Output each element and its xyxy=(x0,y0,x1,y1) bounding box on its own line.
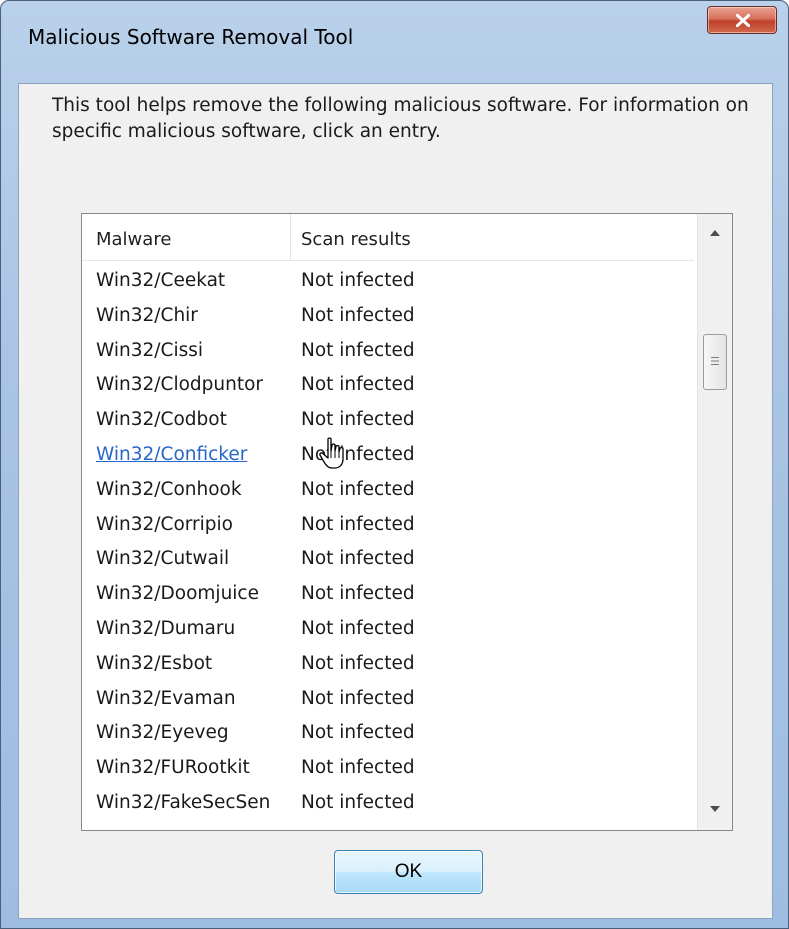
malware-name-link[interactable]: Win32/Evaman xyxy=(96,688,236,709)
close-icon xyxy=(736,14,750,27)
list-item[interactable]: Win32/Conficker Not infected xyxy=(82,442,694,477)
malware-name-link[interactable]: Win32/Clodpuntor xyxy=(96,374,263,395)
scroll-grip-icon xyxy=(711,357,719,365)
list-item[interactable]: Win32/Esbot Not infected xyxy=(82,651,694,686)
list-item[interactable]: Win32/FURootkit Not infected xyxy=(82,755,694,790)
column-divider[interactable] xyxy=(290,214,291,260)
title-bar[interactable]: Malicious Software Removal Tool xyxy=(1,1,788,83)
list-item[interactable]: Win32/Eyeveg Not infected xyxy=(82,720,694,755)
dialog-content: This tool helps remove the following mal… xyxy=(18,83,773,919)
scan-result: Not infected xyxy=(301,478,415,500)
malware-name-link[interactable]: Win32/Ceekat xyxy=(96,270,225,291)
list-header: Malware Scan results xyxy=(82,214,694,261)
list-rows: Win32/Ceekat Not infected Win32/Chir Not in… xyxy=(82,268,694,825)
list-item[interactable]: Win32/Chir Not infected xyxy=(82,303,694,338)
list-item[interactable]: Win32/Cissi Not infected xyxy=(82,338,694,373)
malware-name-link[interactable]: Win32/Conficker xyxy=(96,444,247,465)
list-item[interactable]: Win32/Doomjuice Not infected xyxy=(82,581,694,616)
scan-result: Not infected xyxy=(301,270,415,291)
list-item[interactable]: Win32/Codbot Not infected xyxy=(82,407,694,442)
scan-result: Not infected xyxy=(301,652,415,674)
dialog-window: Malicious Software Removal Tool This too… xyxy=(0,0,789,929)
list-item[interactable]: Win32/FakeSecSen Not infected xyxy=(82,790,694,825)
list-item[interactable]: Win32/Cutwail Not infected xyxy=(82,546,694,581)
scroll-up-button[interactable] xyxy=(698,220,732,250)
window-title: Malicious Software Removal Tool xyxy=(28,25,354,49)
scan-result: Not infected xyxy=(301,687,415,709)
scroll-thumb[interactable] xyxy=(703,334,727,390)
list-item[interactable]: Win32/Evaman Not infected xyxy=(82,686,694,721)
malware-name-link[interactable]: Win32/Chir xyxy=(96,305,198,326)
scan-result: Not infected xyxy=(301,513,415,535)
malware-name-link[interactable]: Win32/Dumaru xyxy=(96,618,235,639)
hand-cursor-icon xyxy=(319,437,344,469)
list-item[interactable]: Win32/Dumaru Not infected xyxy=(82,616,694,651)
scroll-down-button[interactable] xyxy=(698,796,732,826)
list-item[interactable]: Win32/Ceekat Not infected xyxy=(82,268,694,303)
malware-name-link[interactable]: Win32/FURootkit xyxy=(96,757,250,778)
scan-result: Not infected xyxy=(301,617,415,639)
scan-result: Not infected xyxy=(301,722,415,744)
malware-name-link[interactable]: Win32/Conhook xyxy=(96,479,242,500)
malware-name-link[interactable]: Win32/Corripio xyxy=(96,514,233,535)
description-text: This tool helps remove the following mal… xyxy=(52,95,749,142)
malware-name-link[interactable]: Win32/Doomjuice xyxy=(96,583,259,604)
scan-result: Not infected xyxy=(301,304,415,326)
malware-name-link[interactable]: Win32/Esbot xyxy=(96,653,212,674)
malware-name-link[interactable]: Win32/Cissi xyxy=(96,340,203,361)
malware-name-link[interactable]: Win32/Cutwail xyxy=(96,548,229,569)
scroll-up-arrow-icon xyxy=(710,230,720,236)
list-item[interactable]: Win32/Clodpuntor Not infected xyxy=(82,372,694,407)
column-header-scan-results[interactable]: Scan results xyxy=(301,229,411,250)
scroll-down-arrow-icon xyxy=(710,806,720,812)
scan-result: Not infected xyxy=(301,791,415,813)
malware-name-link[interactable]: Win32/Eyeveg xyxy=(96,722,229,743)
scan-result: Not infected xyxy=(301,409,415,431)
scan-result: Not infected xyxy=(301,757,415,779)
malware-list[interactable]: Malware Scan results Win32/Ceekat Not inf… xyxy=(81,213,733,831)
list-item[interactable]: Win32/Corripio Not infected xyxy=(82,512,694,547)
malware-name-link[interactable]: Win32/FakeSecSen xyxy=(96,792,270,813)
scan-result: Not infected xyxy=(301,374,415,396)
scan-result: Not infected xyxy=(301,548,415,570)
list-item[interactable]: Win32/Conhook Not infected xyxy=(82,477,694,512)
malware-name-link[interactable]: Win32/Codbot xyxy=(96,409,227,430)
scan-result: Not infected xyxy=(301,583,415,605)
scan-result: Not infected xyxy=(301,339,415,361)
close-button[interactable] xyxy=(707,6,777,34)
column-header-malware[interactable]: Malware xyxy=(96,229,171,250)
ok-button[interactable]: OK xyxy=(334,850,483,894)
vertical-scrollbar[interactable] xyxy=(697,214,732,830)
